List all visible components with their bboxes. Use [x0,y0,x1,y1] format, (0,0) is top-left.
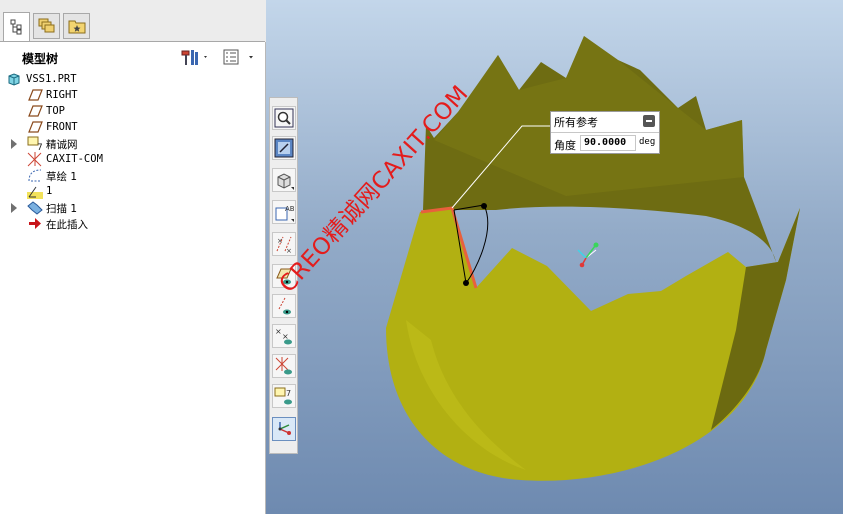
tree-item-label: CAXIT-COM [46,153,103,165]
model-tree-icon [10,19,21,35]
coordinate-system-icon [27,152,43,167]
model-tree: 模型树 VSS1.PRT RIGHT TOP FRONT 7 精诚网 CAXIT-COM 草 [0,41,265,515]
favorites-tab[interactable] [63,13,90,39]
tree-item[interactable]: CAXIT-COM [0,152,260,168]
svg-text:7: 7 [37,143,43,151]
tree-item[interactable]: 在此插入 [0,216,260,232]
panel-tab-strip [0,0,266,42]
tree-item[interactable]: 1 [0,184,260,200]
point-display-button[interactable]: × × [272,324,296,348]
tree-item-label: RIGHT [46,89,78,101]
svg-text:AB: AB [285,205,294,213]
collapse-button[interactable] [643,115,655,127]
angle-label: 角度 [554,139,576,152]
magnifier-icon [274,108,294,128]
spin-center-button[interactable] [272,417,296,441]
tree-item-label: 精诚网 [46,139,78,151]
tree-item-label: VSS1.PRT [26,73,77,85]
datum-plane-icon [27,120,43,135]
angle-row: 角度 90.0000 deg [551,132,659,154]
dimension-callout: 所有参考 角度 90.0000 deg [550,111,660,154]
tree-item-label: 1 [46,185,53,197]
tree-item-label: FRONT [46,121,78,133]
zoom-fit-button[interactable] [272,106,296,130]
layers-icon [38,18,54,33]
tree-item-label: TOP [46,105,65,117]
folder-star-icon [68,20,85,34]
tree-item[interactable]: 扫描 1 [0,200,260,216]
svg-text:×: × [277,237,283,245]
tree-item-label: 扫描 1 [46,203,78,215]
layers-tab[interactable] [33,13,60,39]
expand-arrow-icon[interactable] [11,139,17,149]
model-tree-panel: 模型树 VSS1.PRT RIGHT TOP FRONT 7 精诚网 CAXIT-COM 草 [0,0,266,515]
axis-display-button[interactable] [272,294,296,318]
csys-display-icon [275,357,292,375]
tree-item-label: 在此插入 [46,219,88,231]
model-render [386,36,800,481]
repaint-icon [274,138,294,158]
svg-text:7: 7 [286,389,291,398]
csys-display-button[interactable] [272,354,296,378]
expand-arrow-icon[interactable] [11,203,17,213]
tree-header: 模型树 [0,42,265,71]
point-display-icon: × × [275,327,292,345]
svg-text:×: × [275,327,282,336]
tree-item[interactable]: 7 精诚网 [0,136,260,153]
part-icon [7,72,23,87]
tree-item[interactable]: 草绘 1 [0,168,260,184]
saved-views-button[interactable]: AB [272,200,296,224]
tree-settings-button[interactable] [180,48,210,66]
angle-unit: deg [639,137,656,147]
display-style-button[interactable] [272,168,296,192]
annotation-display-icon: 7 [274,387,292,405]
spin-center-icon [577,242,599,268]
callout-title: 所有参考 [554,116,598,129]
tree-item-label: 草绘 1 [46,171,78,183]
datum-axis-icon [27,184,43,199]
tools-icon [181,50,207,65]
insert-here-arrow-icon [27,216,43,231]
axis-display-icon [278,297,291,315]
tree-item[interactable]: TOP [0,104,260,120]
model-tree-tab[interactable] [3,12,30,41]
tree-item[interactable]: VSS1.PRT [0,72,260,88]
tree-title: 模型树 [22,52,59,66]
tree-item[interactable]: FRONT [0,120,260,136]
repaint-button[interactable] [272,136,296,160]
layer-group-icon: 7 [27,136,43,153]
datum-plane-icon [27,104,43,119]
shaded-cube-icon [277,173,294,190]
tree-show-button[interactable] [222,48,256,66]
sketch-icon [27,168,43,183]
annotation-display-button[interactable]: 7 [272,384,296,408]
datum-plane-icon [27,88,43,103]
angle-value-field[interactable]: 90.0000 [580,135,636,151]
graphics-viewport[interactable] [266,0,843,514]
tree-item[interactable]: RIGHT [0,88,260,104]
spin-center-toggle-icon [278,422,291,435]
list-columns-icon [223,49,253,65]
sweep-icon [27,200,43,215]
named-view-icon: AB [275,205,294,222]
